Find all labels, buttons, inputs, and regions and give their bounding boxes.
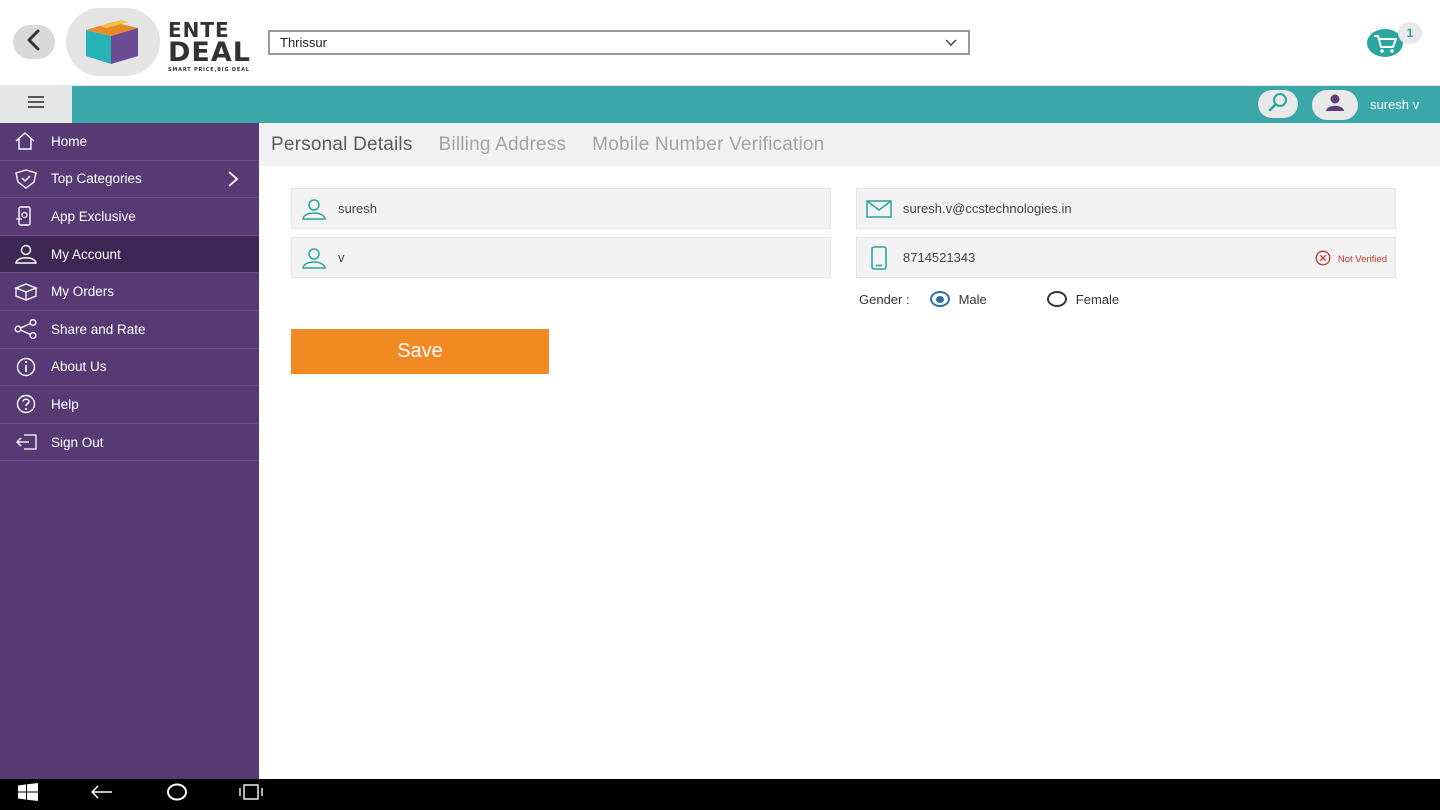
info-icon [14, 356, 40, 378]
verification-status: Not Verified [1337, 254, 1387, 265]
sidebar-item-home[interactable]: Home [0, 123, 259, 161]
box-logo-icon [86, 20, 138, 64]
gender-label: Gender : [859, 291, 910, 307]
status-badge: Not Verified [1314, 250, 1387, 269]
account-tabs: Personal Details Billing Address Mobile … [259, 123, 1440, 166]
search-button[interactable] [1258, 90, 1298, 118]
sidebar-item-help[interactable]: Help [0, 386, 259, 424]
share-icon [14, 318, 40, 340]
avatar [1312, 89, 1358, 120]
mail-icon [857, 199, 901, 218]
cart-count-badge: 1 [1398, 22, 1422, 44]
tab-personal-details[interactable]: Personal Details [271, 134, 413, 156]
save-button[interactable]: Save [291, 329, 549, 374]
radio-circle [1046, 291, 1067, 307]
user-icon [292, 198, 336, 220]
logo[interactable]: ENTE DEAL SMART PRICE,BIG DEAL [66, 8, 261, 78]
sidebar-item-about-us[interactable]: About Us [0, 349, 259, 387]
mobile-icon [857, 245, 901, 270]
sidebar: Home Top Categories App Exclusive My Acc… [0, 123, 259, 779]
sidebar-item-label: Sign Out [51, 434, 104, 450]
sidebar-item-label: Help [51, 396, 79, 412]
gender-female-label: Female [1075, 291, 1120, 307]
last-name-value: v [338, 250, 345, 265]
sidebar-item-label: About Us [51, 359, 107, 375]
logo-line2: DEAL [168, 37, 251, 68]
sidebar-item-label: Top Categories [51, 171, 142, 187]
logo-badge [66, 8, 160, 76]
windows-logo-icon [17, 783, 39, 806]
hamburger-icon [27, 95, 45, 114]
error-circle-icon [1314, 250, 1332, 269]
help-icon [14, 393, 40, 415]
system-taskbar [0, 779, 1440, 810]
gender-female-radio[interactable]: Female [1046, 291, 1120, 307]
user-icon [292, 247, 336, 269]
logo-text: ENTE DEAL SMART PRICE,BIG DEAL [168, 20, 251, 73]
sidebar-item-app-exclusive[interactable]: App Exclusive [0, 198, 259, 236]
sidebar-item-label: My Account [51, 246, 121, 262]
chevron-left-icon [25, 29, 43, 56]
back-button[interactable] [13, 25, 55, 59]
sidebar-item-label: My Orders [51, 284, 115, 300]
sidebar-item-label: Home [51, 133, 88, 149]
location-value: Thrissur [280, 35, 327, 50]
arrow-left-icon [90, 784, 114, 805]
sidebar-item-label: App Exclusive [51, 208, 136, 224]
task-view-button[interactable] [231, 779, 271, 810]
user-name: suresh v [1370, 97, 1420, 112]
mobile-value: 8714521343 [903, 250, 976, 265]
tab-billing-address[interactable]: Billing Address [439, 134, 567, 156]
system-home-button[interactable] [157, 779, 197, 810]
top-navbar: suresh v [0, 86, 1440, 123]
chevron-down-icon [944, 35, 958, 52]
sidebar-item-my-account[interactable]: My Account [0, 235, 259, 274]
badge-icon [14, 168, 40, 190]
menu-button[interactable] [0, 86, 72, 123]
logo-tagline: SMART PRICE,BIG DEAL [168, 67, 250, 73]
search-icon [1267, 92, 1289, 117]
chevron-right-icon [227, 170, 239, 191]
gender-male-label: Male [958, 291, 987, 307]
user-icon [14, 243, 40, 265]
last-name-field[interactable]: v [291, 237, 831, 278]
sidebar-item-label: Share and Rate [51, 321, 146, 337]
mobile-field[interactable]: 8714521343 Not Verified [856, 237, 1396, 278]
location-select[interactable]: Thrissur [268, 30, 970, 55]
user-menu[interactable]: suresh v [1312, 89, 1419, 120]
sign-out-icon [14, 431, 40, 453]
start-button[interactable] [8, 779, 48, 810]
radio-dot [935, 295, 944, 303]
sidebar-item-sign-out[interactable]: Sign Out [0, 424, 259, 462]
exclusive-icon [14, 205, 40, 227]
email-value: suresh.v@ccstechnologies.in [903, 201, 1072, 216]
cart-icon [1366, 29, 1404, 62]
first-name-field[interactable]: suresh [291, 188, 831, 229]
sidebar-item-share-and-rate[interactable]: Share and Rate [0, 311, 259, 349]
tab-mobile-number-verification[interactable]: Mobile Number Verification [592, 134, 824, 156]
gender-male-radio[interactable]: Male [929, 291, 987, 307]
user-avatar-icon [1325, 92, 1345, 117]
gender-group: Gender : Male Female [859, 290, 1119, 308]
circle-icon [166, 783, 188, 806]
sidebar-item-top-categories[interactable]: Top Categories [0, 161, 259, 199]
app-header: ENTE DEAL SMART PRICE,BIG DEAL Thrissur … [0, 0, 1440, 86]
home-icon [14, 130, 40, 152]
sidebar-item-my-orders[interactable]: My Orders [0, 273, 259, 311]
radio-circle [929, 291, 950, 307]
system-back-button[interactable] [82, 779, 122, 810]
task-view-icon [238, 784, 264, 805]
email-field[interactable]: suresh.v@ccstechnologies.in [856, 188, 1396, 229]
first-name-value: suresh [338, 201, 378, 216]
box-icon [14, 281, 40, 303]
